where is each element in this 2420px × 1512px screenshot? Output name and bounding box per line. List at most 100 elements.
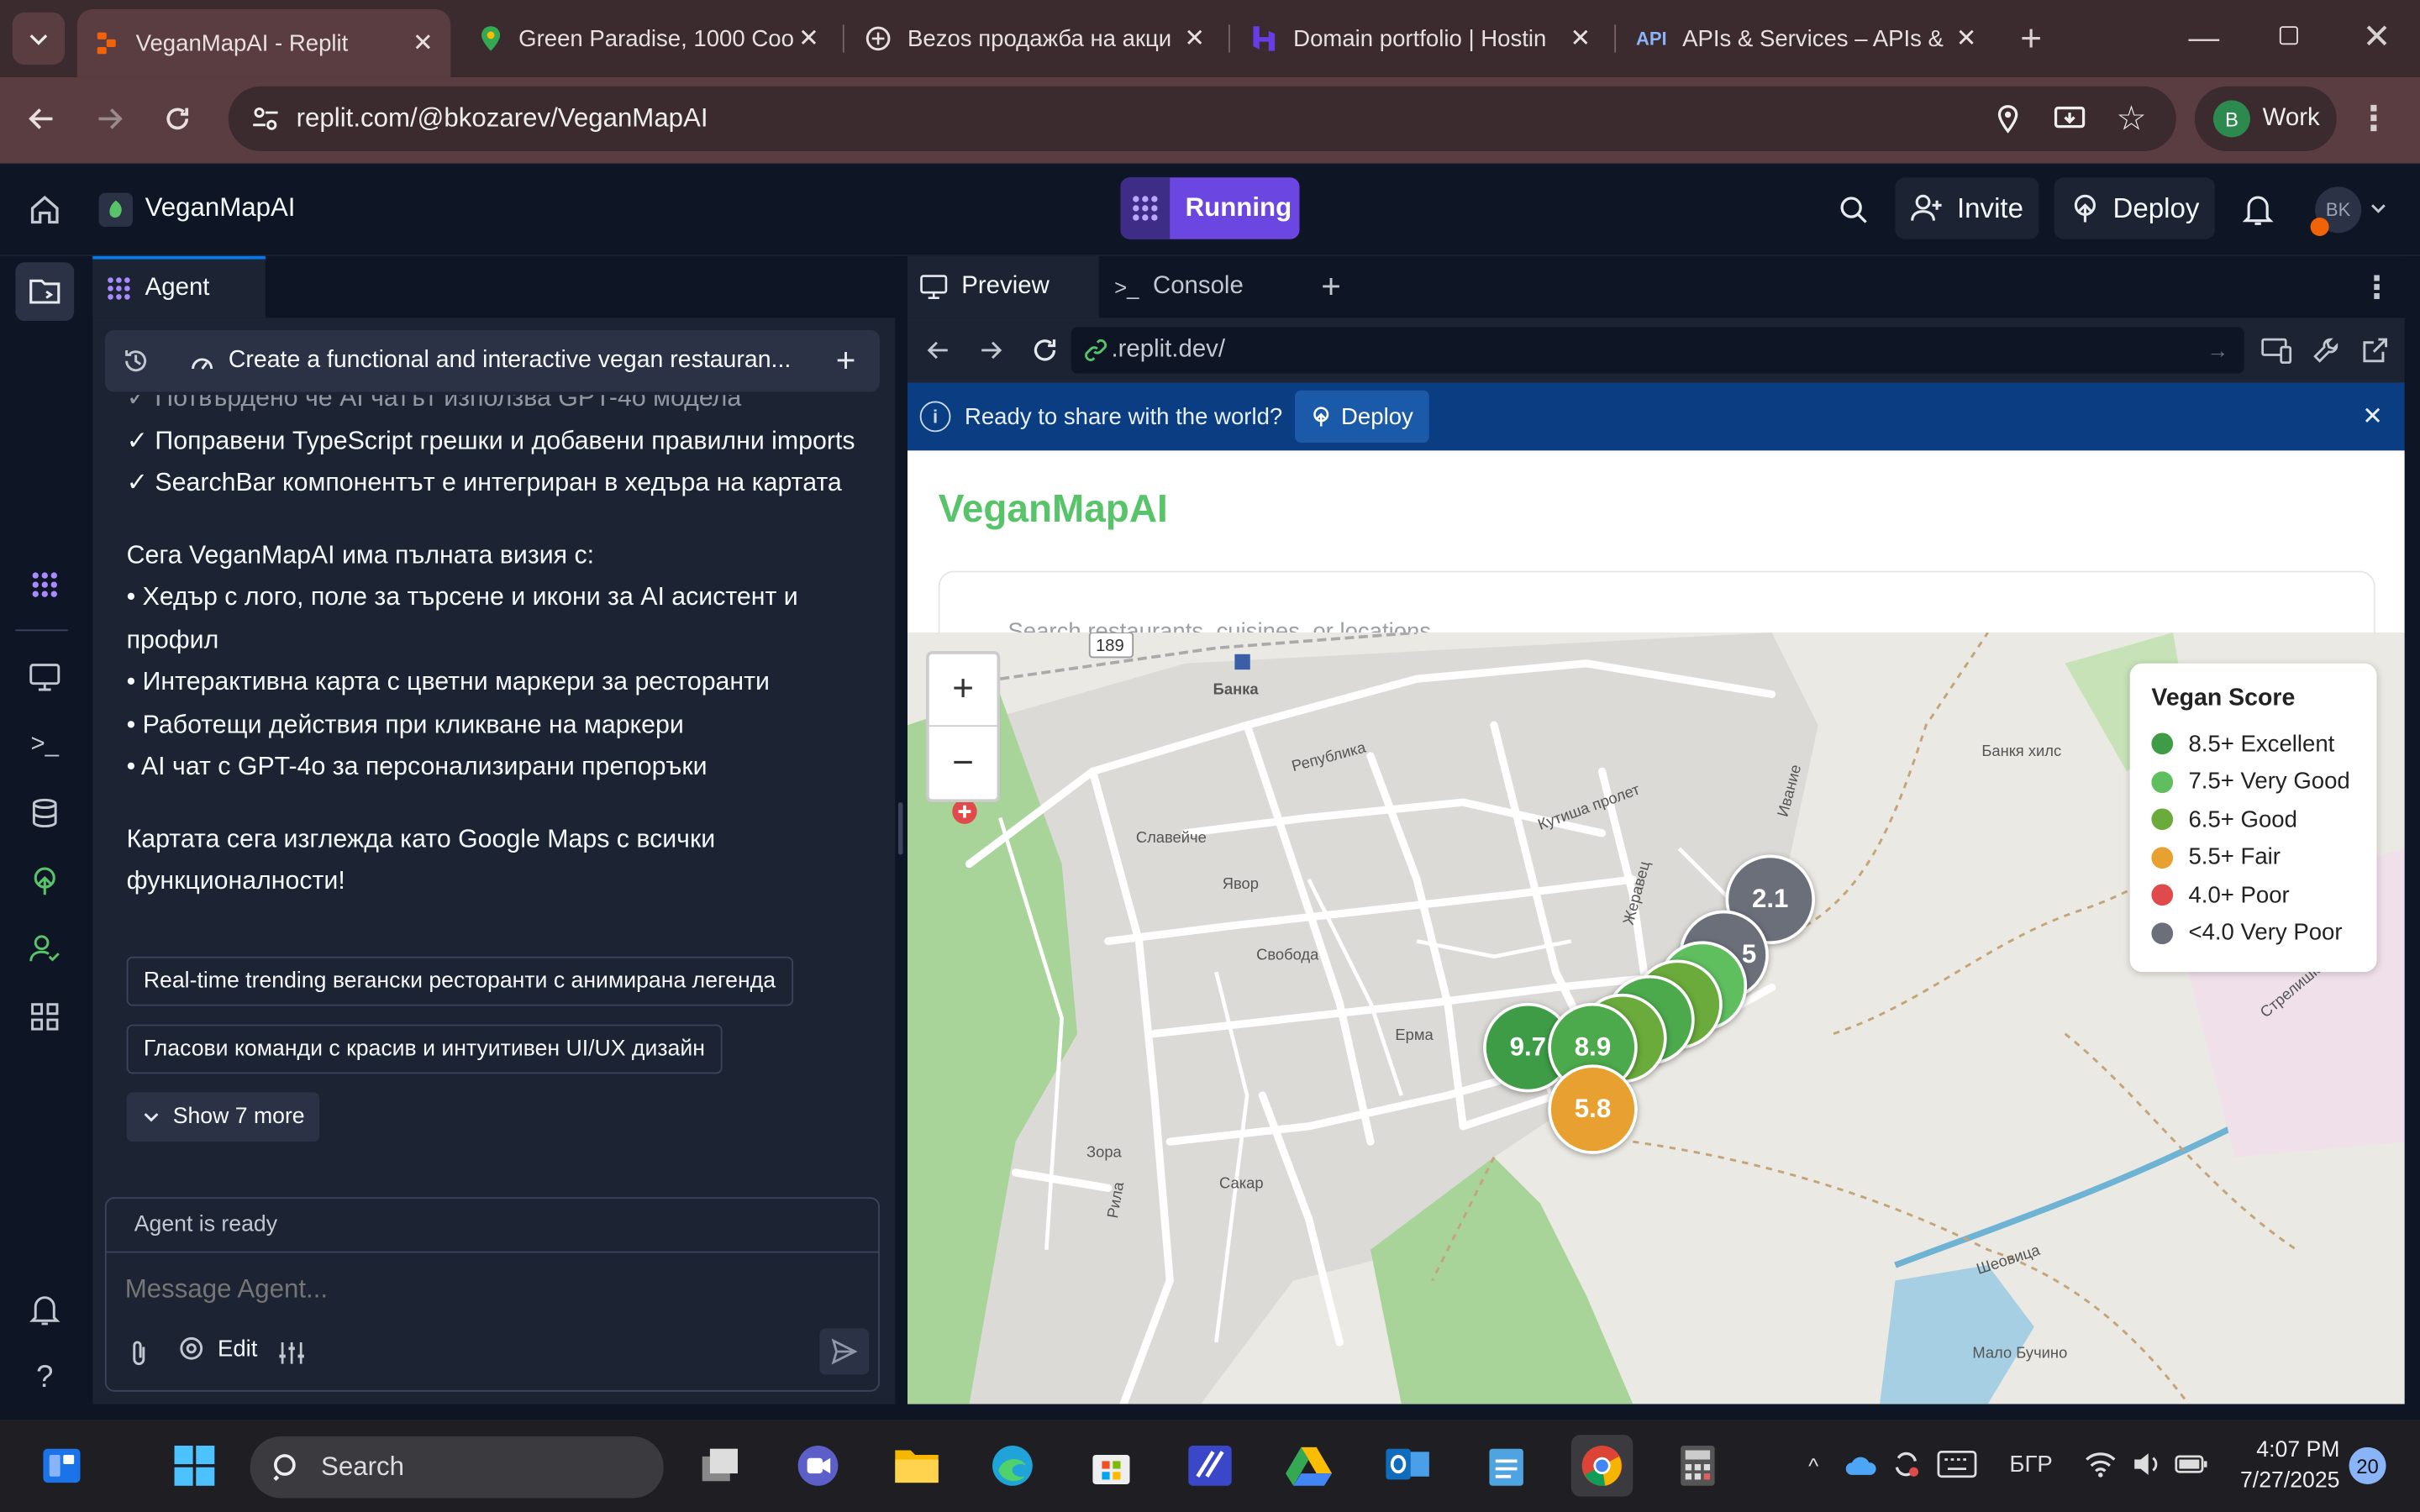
forward-button[interactable] — [976, 335, 1007, 366]
wifi-icon[interactable] — [2084, 1447, 2118, 1481]
install-app-icon[interactable] — [2049, 105, 2090, 133]
all-tools-icon[interactable] — [24, 997, 65, 1037]
chrome-icon[interactable] — [1570, 1435, 1634, 1497]
database-icon[interactable] — [24, 793, 65, 833]
settings-sliders-icon[interactable] — [276, 1337, 308, 1368]
browser-tab[interactable]: Bezos продажба на акци ✕ — [849, 13, 1222, 65]
teams-icon[interactable] — [787, 1435, 849, 1496]
close-icon[interactable]: ✕ — [1182, 24, 1207, 55]
panel-resizer[interactable] — [897, 802, 903, 855]
url-field[interactable]: replit.com/@bkozarev/VeganMapAI ☆ — [228, 86, 2176, 151]
tab-search-button[interactable] — [12, 12, 66, 66]
notification-bell-icon[interactable] — [2238, 190, 2278, 230]
preview-url-field[interactable]: .replit.dev/ → — [1071, 327, 2244, 374]
restaurant-marker[interactable]: 5.8 — [1548, 1064, 1638, 1154]
avatar-badge — [2310, 217, 2329, 237]
close-icon[interactable]: ✕ — [2362, 402, 2383, 433]
close-icon[interactable]: ✕ — [411, 28, 435, 59]
bell-alert-icon[interactable] — [24, 1290, 65, 1331]
history-icon[interactable] — [120, 347, 151, 375]
onedrive-icon[interactable] — [1843, 1451, 1880, 1482]
task-view-icon[interactable] — [688, 1435, 750, 1496]
close-icon[interactable]: ✕ — [1568, 24, 1592, 55]
widgets-icon[interactable] — [31, 1435, 92, 1496]
vscode-icon[interactable] — [1179, 1435, 1240, 1496]
minimize-button[interactable]: — — [2179, 18, 2228, 59]
outlook-icon[interactable] — [1376, 1435, 1438, 1496]
new-task-button[interactable]: + — [830, 341, 861, 381]
profile-chip[interactable]: B Work — [2194, 86, 2337, 151]
location-icon[interactable] — [1988, 103, 2028, 134]
start-button[interactable] — [164, 1435, 225, 1496]
message-input[interactable] — [124, 1266, 851, 1314]
new-tab-button[interactable]: + — [2009, 18, 2052, 61]
map-view[interactable]: Банка Банкя хилс Славейче Явор Свобода Е… — [908, 633, 2405, 1404]
chevron-up-icon[interactable]: ^ — [1800, 1451, 1828, 1482]
banner-deploy-button[interactable]: Deploy — [1294, 390, 1429, 444]
close-icon[interactable]: ✕ — [1954, 24, 1978, 55]
chevron-down-icon[interactable] — [2368, 197, 2390, 219]
file-explorer-icon[interactable] — [886, 1435, 947, 1496]
console-icon[interactable]: >_ — [24, 725, 65, 765]
panel-menu-icon[interactable]: ⋮ — [2361, 256, 2392, 318]
chevron-down-icon — [29, 34, 48, 45]
agent-icon[interactable] — [24, 564, 65, 605]
run-button[interactable]: Running — [1120, 177, 1300, 239]
restore-button[interactable] — [2279, 26, 2298, 45]
go-arrow-icon[interactable]: → — [2207, 338, 2229, 362]
keyboard-icon[interactable] — [1935, 1447, 1978, 1481]
attach-icon[interactable] — [125, 1337, 153, 1368]
help-icon[interactable]: ? — [24, 1357, 65, 1398]
sync-icon[interactable] — [1889, 1447, 1923, 1481]
devtools-wrench-icon[interactable] — [2309, 333, 2343, 367]
deployments-icon[interactable] — [24, 861, 65, 901]
suggestion-chip[interactable]: Гласови команди с красив и интуитивен UI… — [126, 1024, 723, 1074]
taskbar-search[interactable]: Search — [250, 1436, 664, 1499]
google-drive-icon[interactable] — [1278, 1435, 1339, 1496]
search-icon[interactable] — [1833, 190, 1874, 230]
forward-button[interactable] — [90, 99, 130, 139]
close-window-button[interactable]: ✕ — [2355, 15, 2398, 58]
open-external-icon[interactable] — [2359, 333, 2392, 367]
browser-menu-icon[interactable]: ⋮ — [2357, 99, 2391, 139]
devices-icon[interactable] — [2260, 333, 2293, 367]
browser-tab[interactable]: VeganMapAI - Replit ✕ — [76, 9, 451, 77]
battery-icon[interactable] — [2173, 1447, 2210, 1481]
reload-button[interactable] — [157, 99, 197, 139]
browser-tab[interactable]: API APIs & Services – APIs & ✕ — [1621, 13, 1994, 65]
browser-tab[interactable]: Domain portfolio | Hostin ✕ — [1234, 13, 1607, 65]
calculator-icon[interactable] — [1667, 1435, 1728, 1496]
close-icon[interactable]: ✕ — [797, 24, 821, 55]
volume-icon[interactable] — [2130, 1447, 2164, 1481]
suggestion-chip[interactable]: Real-time trending вегански ресторанти с… — [126, 956, 793, 1006]
invite-button[interactable]: Invite — [1895, 177, 2039, 239]
notepad-icon[interactable] — [1476, 1435, 1537, 1496]
store-icon[interactable] — [1081, 1435, 1142, 1496]
back-button[interactable] — [923, 335, 954, 366]
deploy-button[interactable]: Deploy — [2054, 177, 2215, 239]
add-tab-button[interactable]: + — [1321, 256, 1352, 318]
site-info-icon[interactable] — [250, 107, 281, 131]
back-button[interactable] — [22, 99, 62, 139]
files-button[interactable] — [15, 262, 75, 322]
edit-button[interactable]: Edit — [177, 1335, 257, 1362]
notification-badge[interactable]: 20 — [2349, 1446, 2386, 1484]
language-indicator[interactable]: БГР — [2009, 1452, 2052, 1478]
bookmark-star-icon[interactable]: ☆ — [2112, 99, 2152, 139]
clock[interactable]: 4:07 PM 7/27/2025 — [2232, 1435, 2339, 1496]
preview-icon[interactable] — [24, 657, 65, 697]
reload-button[interactable] — [1028, 333, 1061, 367]
tab-agent[interactable]: Agent — [92, 255, 266, 318]
tab-console[interactable]: >_ Console — [1114, 256, 1299, 318]
browser-tab[interactable]: Green Paradise, 1000 Coo ✕ — [463, 13, 836, 65]
zoom-out-button[interactable]: − — [929, 727, 997, 799]
project-name[interactable]: VeganMapAI — [145, 193, 296, 224]
home-icon[interactable] — [24, 190, 65, 230]
send-button[interactable] — [819, 1328, 870, 1375]
tab-preview[interactable]: Preview — [908, 255, 1099, 318]
edge-icon[interactable] — [981, 1435, 1043, 1496]
users-icon[interactable] — [24, 929, 65, 969]
show-more-button[interactable]: Show 7 more — [126, 1092, 321, 1142]
task-header[interactable]: Create a functional and interactive vega… — [104, 330, 880, 392]
zoom-in-button[interactable]: + — [929, 654, 997, 727]
